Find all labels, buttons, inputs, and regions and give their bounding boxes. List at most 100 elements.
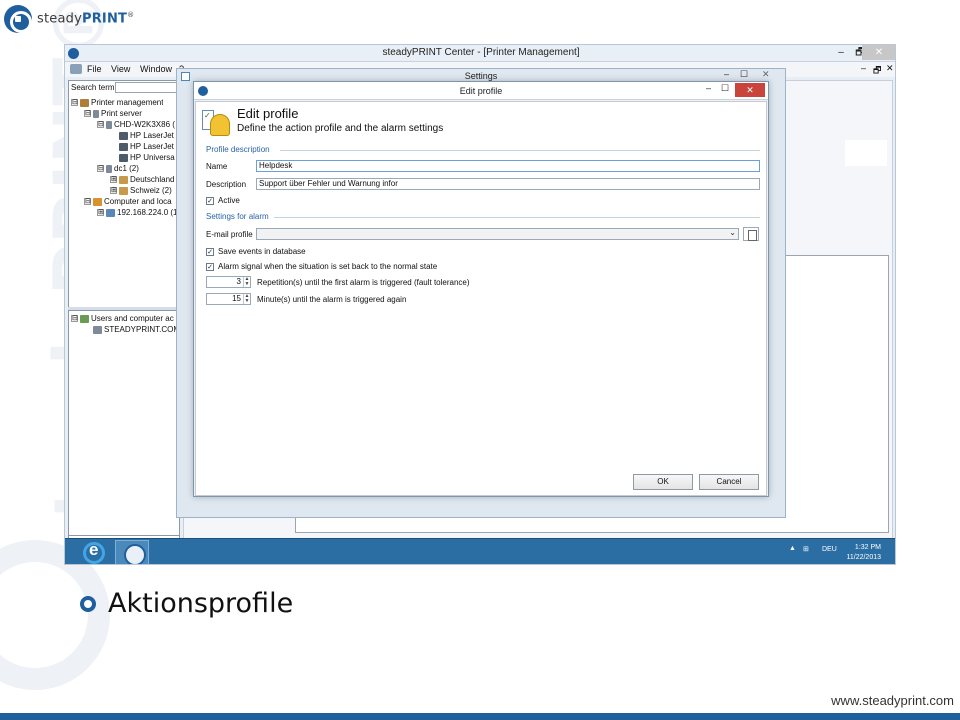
tree-item-label: CHD-W2K3X86 ( xyxy=(114,120,175,129)
tree-expander[interactable]: ⊟ xyxy=(84,110,91,118)
tree-expander[interactable]: ⊟ xyxy=(84,198,91,206)
dialog-maximize-button[interactable]: ☐ xyxy=(721,83,729,94)
search-input[interactable] xyxy=(115,82,179,93)
new-email-profile-button[interactable] xyxy=(743,227,759,241)
stepper-arrows-icon[interactable]: ▲ ▼ xyxy=(243,294,250,304)
tree-item-printer[interactable]: HP Universa xyxy=(119,152,175,163)
tree-item-label: 192.168.224.0 (1) xyxy=(117,208,181,217)
app-screenshot: steadyPRINT Center - [Printer Management… xyxy=(64,44,896,565)
network-tray-icon[interactable]: ⊞ xyxy=(803,545,809,553)
minutes-stepper[interactable]: 15 ▲ ▼ xyxy=(206,293,251,305)
alarm-signal-checkbox[interactable]: ✓ Alarm signal when the situation is set… xyxy=(206,262,437,271)
taskbar: ▲ ⊞ DEU 1:32 PM 11/22/2013 xyxy=(65,538,895,564)
users-tree-panel: ⊟ Users and computer ac STEADYPRINT.COM xyxy=(68,310,180,536)
logo-tm: ® xyxy=(127,11,135,20)
name-field[interactable]: Helpdesk xyxy=(256,160,760,172)
tree-item-print-server[interactable]: ⊟ Print server xyxy=(84,108,142,119)
domain-icon xyxy=(93,325,102,334)
bullet-item: Aktionsprofile xyxy=(80,588,293,619)
location-icon xyxy=(93,197,102,206)
tree-item-schweiz[interactable]: ⊞ Schweiz (2) xyxy=(110,185,172,196)
tree-item-deutschland[interactable]: ⊞ Deutschland xyxy=(110,174,174,185)
alarm-signal-label: Alarm signal when the situation is set b… xyxy=(218,262,438,271)
tree-item-printer[interactable]: HP LaserJet 4 xyxy=(119,141,181,152)
folder-icon xyxy=(119,186,128,195)
logo-brand: PRINT xyxy=(81,11,128,27)
menu-window[interactable]: Window xyxy=(140,64,172,74)
chevron-down-icon[interactable]: ⌄ xyxy=(729,228,736,237)
menu-app-icon xyxy=(70,64,82,74)
steadyprint-logo: steadyPRINT® xyxy=(4,4,134,34)
dialog-subheading: Define the action profile and the alarm … xyxy=(237,123,444,134)
tree-expander[interactable]: ⊞ xyxy=(110,176,117,184)
bullet-icon xyxy=(80,595,96,612)
ok-button[interactable]: OK xyxy=(633,474,693,490)
active-checkbox[interactable]: ✓ Active xyxy=(206,196,240,205)
section-alarm-settings: Settings for alarm xyxy=(206,212,269,221)
close-button[interactable]: ✕ xyxy=(862,45,895,60)
tree-item-chd-server[interactable]: ⊟ CHD-W2K3X86 ( xyxy=(97,119,175,130)
background-panel xyxy=(845,140,887,166)
mdi-minimize-button[interactable]: – xyxy=(861,63,866,73)
email-profile-select[interactable]: ⌄ xyxy=(256,228,739,240)
clock-date: 11/22/2013 xyxy=(846,554,881,561)
settings-close-button[interactable]: ✕ xyxy=(762,69,770,80)
network-icon xyxy=(106,208,115,217)
repetitions-value: 3 xyxy=(236,277,241,286)
menu-view[interactable]: View xyxy=(111,64,130,74)
folder-icon xyxy=(119,175,128,184)
tree-item-dc1[interactable]: ⊟ dc1 (2) xyxy=(97,163,139,174)
tree-item-label: dc1 (2) xyxy=(114,164,139,173)
tree-item-domain[interactable]: STEADYPRINT.COM xyxy=(93,324,180,335)
language-indicator[interactable]: DEU xyxy=(822,546,837,553)
tree-item-computer-location[interactable]: ⊟ Computer and loca xyxy=(84,196,172,207)
tree-item-subnet[interactable]: ⊞ 192.168.224.0 (1) xyxy=(97,207,180,218)
dialog-titlebar: Edit profile – ☐ ✕ xyxy=(194,82,768,100)
settings-maximize-button[interactable]: ☐ xyxy=(740,69,748,80)
tree-item-label: STEADYPRINT.COM xyxy=(104,325,181,334)
description-field[interactable]: Support über Fehler und Warnung infor xyxy=(256,178,760,190)
server-icon xyxy=(93,109,99,118)
tree-expander[interactable]: ⊟ xyxy=(71,99,78,107)
checkbox-check-icon[interactable]: ✓ xyxy=(206,247,214,256)
stepper-arrows-icon[interactable]: ▲ ▼ xyxy=(243,277,250,287)
settings-minimize-button[interactable]: – xyxy=(724,69,729,79)
description-label: Description xyxy=(206,180,247,189)
main-window-title: steadyPRINT Center - [Printer Management… xyxy=(382,47,580,58)
tree-item-printer[interactable]: HP LaserJet 2 xyxy=(119,130,181,141)
dialog-minimize-button[interactable]: – xyxy=(706,83,711,93)
checkbox-check-icon[interactable]: ✓ xyxy=(206,196,214,205)
internet-explorer-icon[interactable] xyxy=(83,540,105,564)
tree-expander[interactable]: ⊟ xyxy=(97,121,104,129)
tree-item-users-computers[interactable]: ⊟ Users and computer ac xyxy=(71,313,174,324)
tray-expand-icon[interactable]: ▲ xyxy=(789,545,796,552)
mdi-close-button[interactable]: ✕ xyxy=(886,63,894,74)
server-icon xyxy=(106,164,112,173)
tree-item-label: HP Universa xyxy=(130,153,175,162)
dialog-heading: Edit profile xyxy=(237,106,299,121)
section-profile-description: Profile description xyxy=(206,145,270,154)
dialog-close-button[interactable]: ✕ xyxy=(735,83,765,97)
tree-item-label: Users and computer ac xyxy=(91,314,174,323)
save-events-checkbox[interactable]: ✓ Save events in database xyxy=(206,247,306,256)
mdi-restore-button[interactable]: 🗗 xyxy=(873,63,881,79)
tree-item-printer-management[interactable]: ⊟ Printer management xyxy=(71,97,163,108)
tree-item-label: Printer management xyxy=(91,98,164,107)
taskbar-clock[interactable]: 1:32 PM 11/22/2013 xyxy=(846,543,881,563)
logo-prefix: steady xyxy=(37,11,82,27)
checkbox-check-icon[interactable]: ✓ xyxy=(206,262,214,271)
clock-time: 1:32 PM xyxy=(854,544,881,551)
menu-file[interactable]: File xyxy=(87,64,102,74)
email-profile-label: E-mail profile xyxy=(206,230,253,239)
tree-expander[interactable]: ⊞ xyxy=(110,187,117,195)
footer-url: www.steadyprint.com xyxy=(831,693,954,708)
repetitions-stepper[interactable]: 3 ▲ ▼ xyxy=(206,276,251,288)
tree-expander[interactable]: ⊞ xyxy=(97,209,104,217)
tree-expander[interactable]: ⊟ xyxy=(97,165,104,173)
minutes-value: 15 xyxy=(232,294,241,303)
alarm-profile-icon xyxy=(202,108,232,138)
cancel-button[interactable]: Cancel xyxy=(699,474,759,490)
steadyprint-taskbar-icon[interactable] xyxy=(115,540,149,564)
main-window-titlebar: steadyPRINT Center - [Printer Management… xyxy=(65,45,895,62)
tree-expander[interactable]: ⊟ xyxy=(71,315,78,323)
